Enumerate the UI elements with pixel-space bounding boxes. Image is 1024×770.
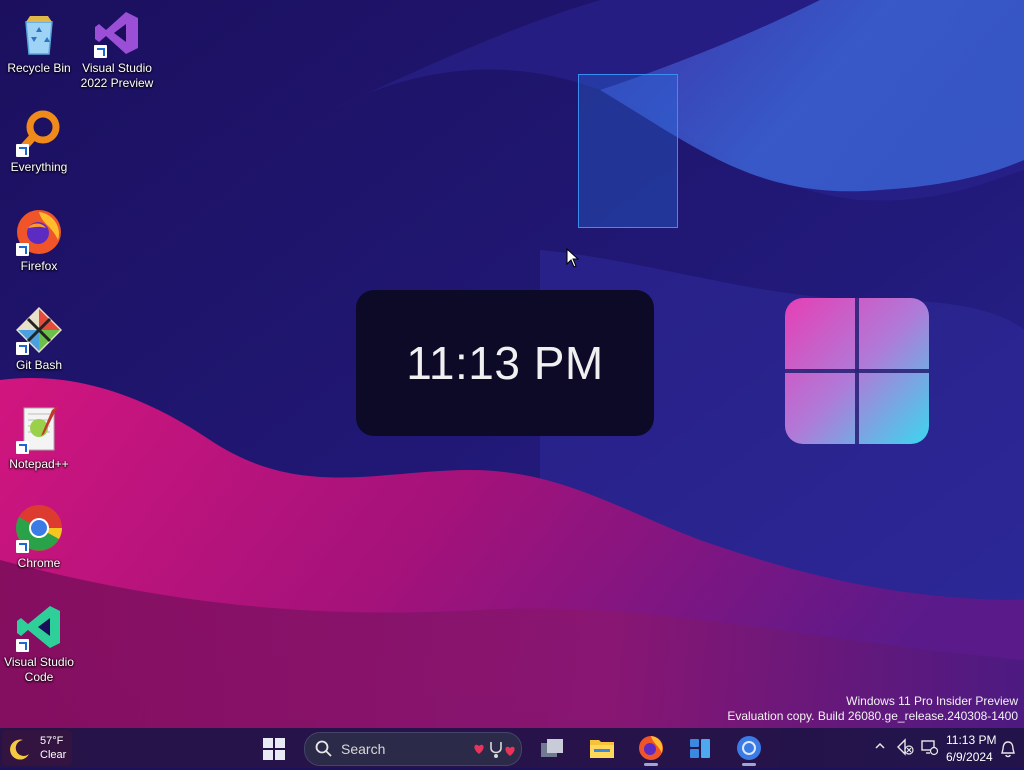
taskbar-file-explorer-button[interactable] (585, 731, 619, 765)
shortcut-arrow-icon (16, 144, 29, 157)
desktop-icon-label: Visual Studio 2022 Preview (80, 61, 154, 90)
taskbar-clock-date[interactable]: 6/9/2024 (946, 750, 993, 764)
search-highlight-hearts-stethoscope-icon (474, 742, 515, 758)
everything-search-icon (14, 107, 64, 157)
search-icon (315, 740, 332, 757)
folder-icon (590, 740, 614, 758)
desktop-icon-label: Notepad++ (9, 457, 69, 471)
chrome-icon (737, 736, 761, 760)
desktop-icon-everything[interactable]: Everything (0, 103, 78, 175)
git-bash-icon (14, 305, 64, 355)
show-hidden-icons-chevron-icon[interactable] (874, 741, 886, 751)
shortcut-arrow-icon (16, 441, 29, 454)
watermark-line-2: Evaluation copy. Build 26080.ge_release.… (727, 709, 1018, 723)
shortcut-arrow-icon (94, 45, 107, 58)
weather-condition: Clear (40, 749, 67, 761)
network-disconnected-icon[interactable] (896, 738, 914, 756)
drag-selection-rectangle (578, 74, 678, 228)
moon-icon (10, 739, 29, 760)
desktop-icon-label: Firefox (20, 259, 58, 273)
taskbar-widgets-button[interactable] (683, 731, 717, 765)
desktop-icon-label: Git Bash (15, 358, 63, 372)
desktop-icon-git-bash[interactable]: Git Bash (0, 301, 78, 373)
task-view-icon (541, 739, 563, 757)
shortcut-arrow-icon (16, 639, 29, 652)
desktop-icon-recycle-bin[interactable]: Recycle Bin (0, 4, 78, 76)
watermark-line-1: Windows 11 Pro Insider Preview (846, 694, 1018, 708)
taskbar-clock-time[interactable]: 11:13 PM (946, 733, 996, 747)
firefox-icon (639, 736, 663, 760)
vscode-icon (14, 602, 64, 652)
desktop-icon-chrome[interactable]: Chrome (0, 499, 78, 571)
chrome-icon (14, 503, 64, 553)
desktop-icon-visual-studio-2022[interactable]: Visual Studio 2022 Preview (78, 4, 156, 91)
clock-time: 11:13 PM (406, 337, 604, 389)
widgets-icon (690, 739, 710, 758)
desktop-icon-label: Chrome (17, 556, 61, 570)
evaluation-watermark: Windows 11 Pro Insider Preview Evaluatio… (727, 694, 1018, 724)
desktop-icon-firefox[interactable]: Firefox (0, 202, 78, 274)
windows-logo-icon (785, 298, 929, 444)
desktop-icon-notepad-plus-plus[interactable]: Notepad++ (0, 400, 78, 472)
shortcut-arrow-icon (16, 540, 29, 553)
start-button[interactable] (260, 733, 288, 763)
desktop-icon-label: Recycle Bin (7, 61, 71, 75)
taskbar-firefox-button[interactable] (634, 731, 668, 766)
desktop-icon-label: Everything (10, 160, 68, 174)
firefox-icon (14, 206, 64, 256)
shortcut-arrow-icon (16, 243, 29, 256)
taskbar-chrome-button[interactable] (732, 731, 766, 766)
visual-studio-icon (92, 8, 142, 58)
shortcut-arrow-icon (16, 342, 29, 355)
desktop-icon-vscode[interactable]: Visual Studio Code (0, 598, 78, 685)
search-placeholder: Search (341, 741, 386, 757)
weather-widget[interactable]: 57°F Clear (2, 730, 72, 766)
notification-bell-icon[interactable] (1000, 740, 1016, 758)
taskbar-task-view-button[interactable] (535, 731, 569, 765)
taskbar-search-box[interactable]: Search (304, 732, 522, 766)
desktop-icon-label: Visual Studio Code (4, 655, 74, 684)
clock-widget[interactable]: 11:13 PM (356, 290, 654, 436)
weather-temp: 57°F (40, 735, 64, 747)
mouse-cursor-icon (566, 248, 580, 268)
notepad-plus-plus-icon (14, 404, 64, 454)
volume-monitor-icon[interactable] (920, 738, 938, 756)
recycle-bin-icon (14, 8, 64, 58)
